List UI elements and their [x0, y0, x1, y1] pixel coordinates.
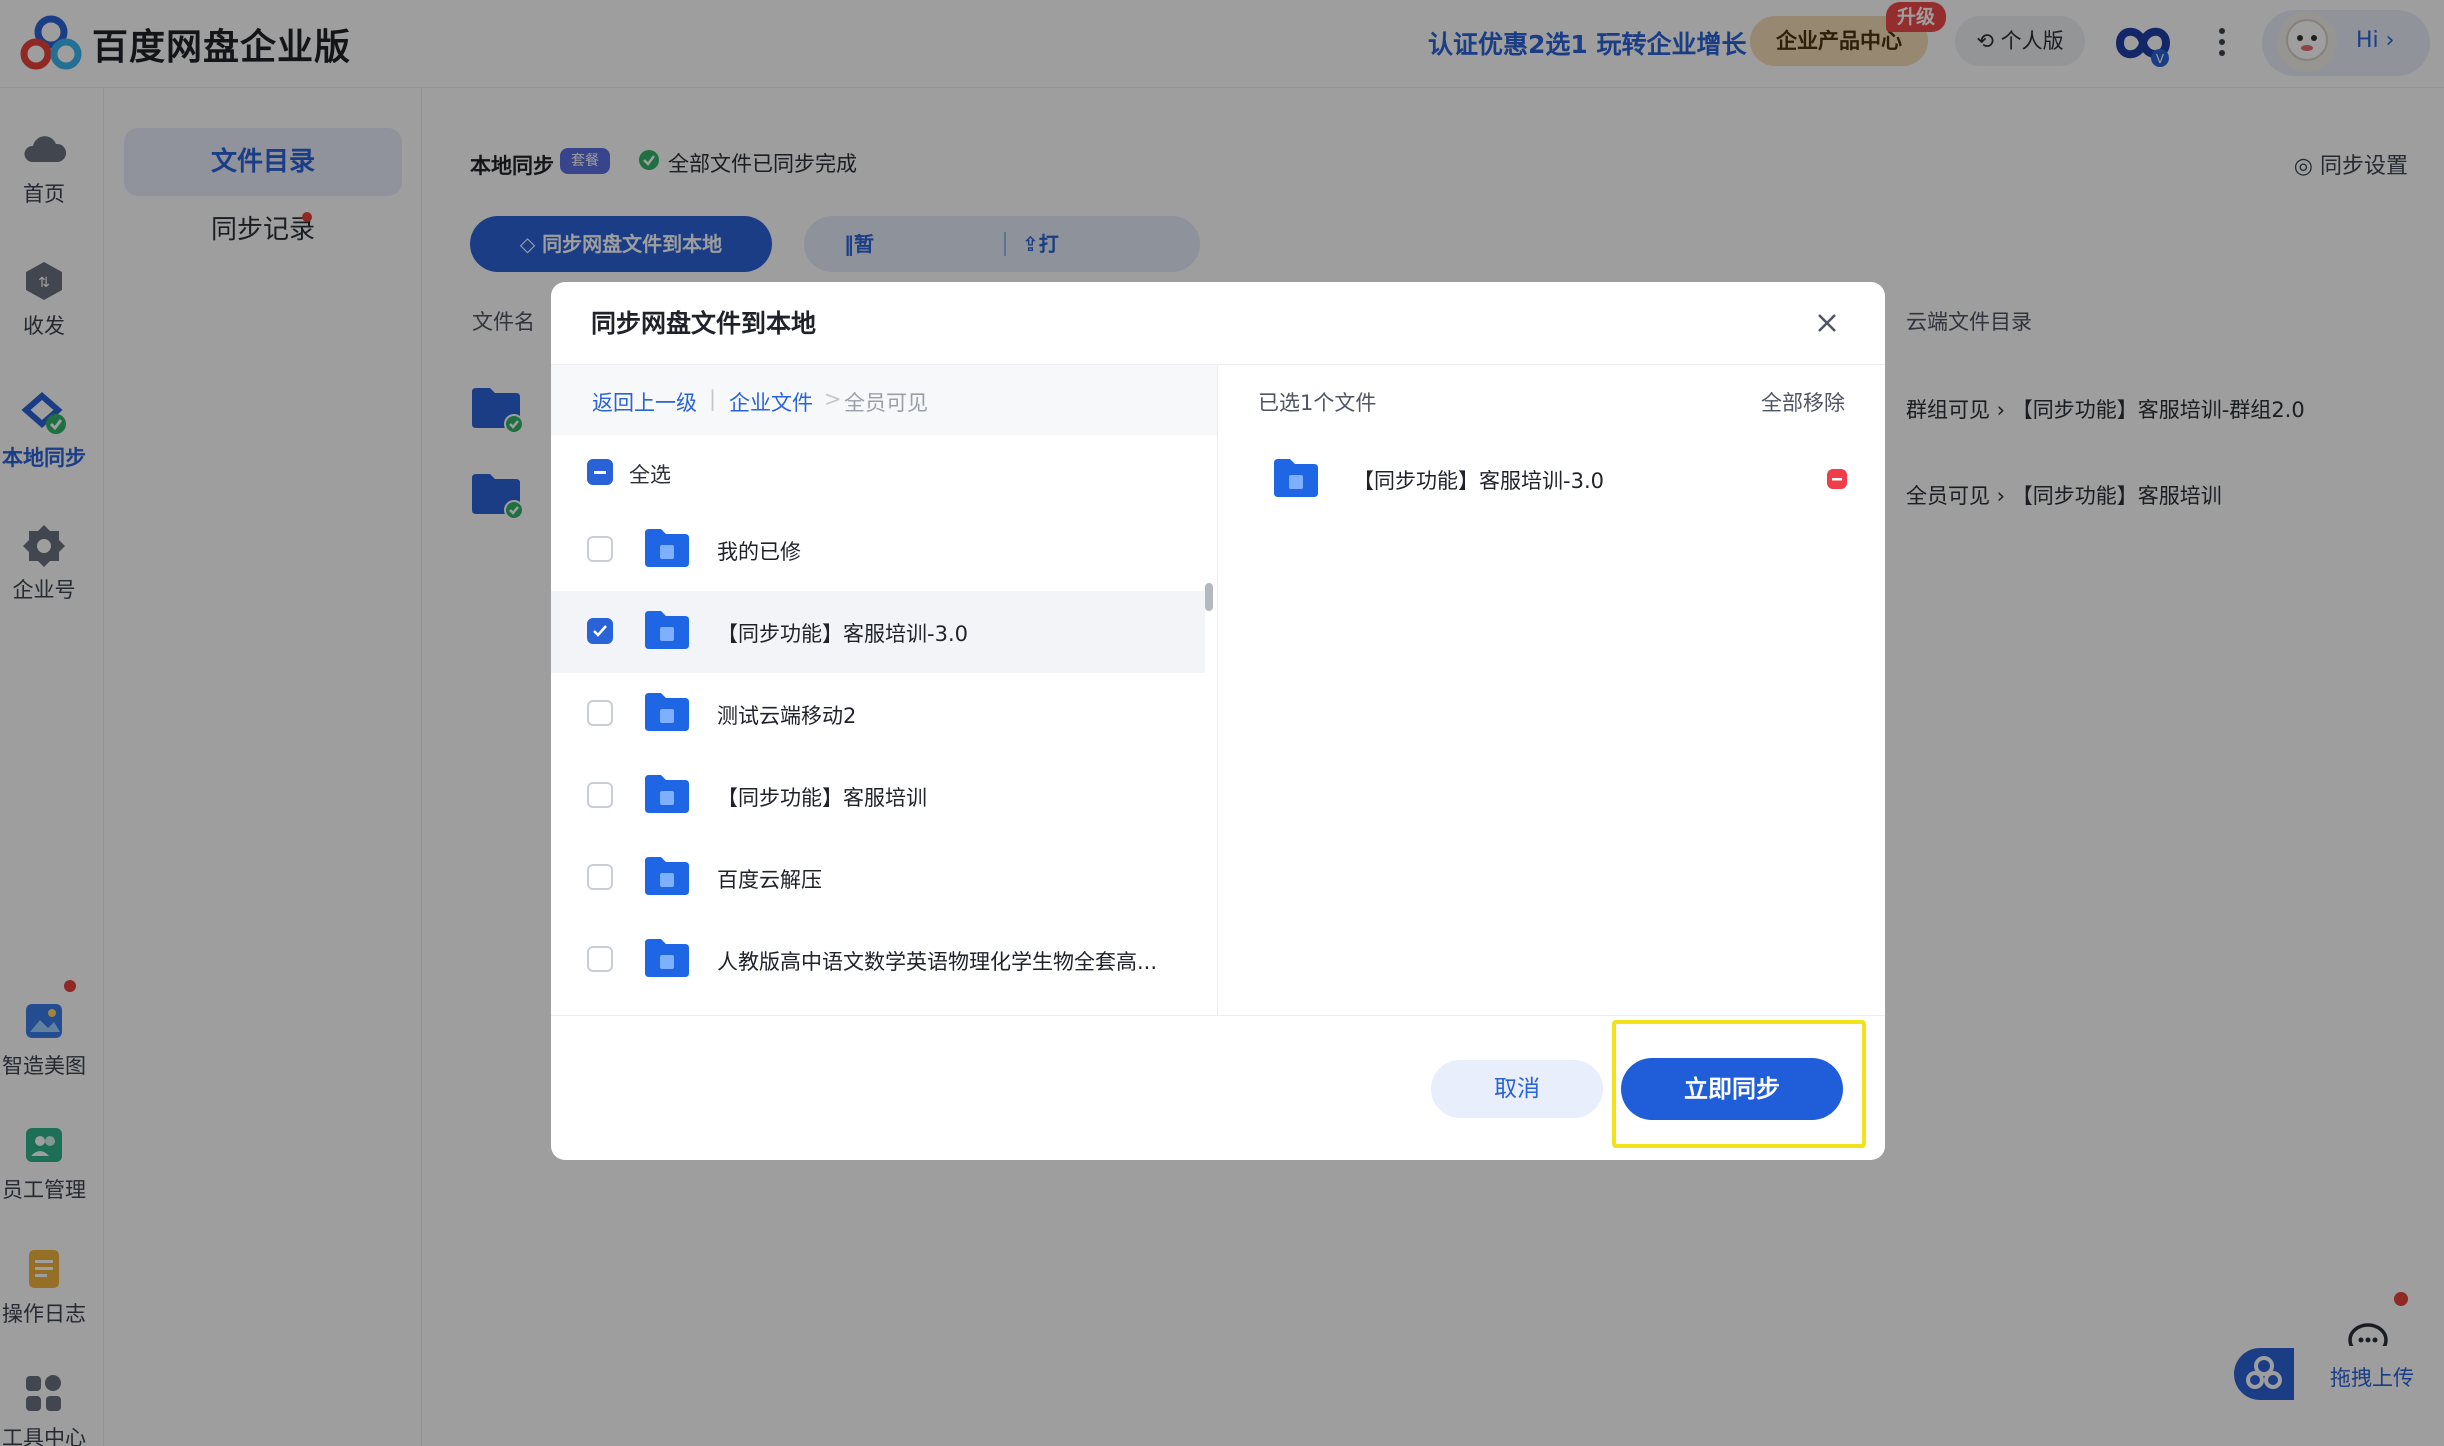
- item-checkbox[interactable]: [587, 536, 613, 562]
- item-checkbox[interactable]: [587, 864, 613, 890]
- list-item[interactable]: 百度云解压: [551, 837, 1205, 919]
- folder-icon: [645, 857, 689, 895]
- folder-icon: [645, 939, 689, 977]
- close-icon[interactable]: [1812, 308, 1842, 338]
- list-item[interactable]: 【同步功能】客服培训-3.0: [551, 591, 1205, 673]
- folder-name: 【同步功能】客服培训-3.0: [717, 622, 968, 646]
- cancel-button[interactable]: 取消: [1431, 1060, 1603, 1118]
- selected-count: 已选1个文件: [1258, 391, 1377, 415]
- back-link[interactable]: 返回上一级: [592, 387, 697, 417]
- folder-icon: [1274, 459, 1318, 497]
- folder-icon: [645, 529, 689, 567]
- selected-panel: 已选1个文件 全部移除 【同步功能】客服培训-3.0: [1218, 365, 1885, 1015]
- item-checkbox[interactable]: [587, 618, 613, 644]
- folder-name: 百度云解压: [717, 868, 822, 892]
- highlight-box: [1612, 1020, 1866, 1148]
- folder-browser: 返回上一级 | 企业文件 > 全员可见 全选 我的已修 【同步功能】客服培训-3…: [551, 365, 1217, 1015]
- select-all-label: 全选: [629, 463, 671, 487]
- list-item[interactable]: 【同步功能】客服培训: [551, 755, 1205, 837]
- selected-item: 【同步功能】客服培训-3.0: [1218, 439, 1885, 521]
- divider: [551, 1015, 1885, 1016]
- list-item[interactable]: 测试云端移动2: [551, 673, 1205, 755]
- folder-name: 我的已修: [717, 540, 801, 564]
- scrollbar[interactable]: [1205, 583, 1213, 611]
- list-item[interactable]: 我的已修: [551, 509, 1205, 591]
- item-checkbox[interactable]: [587, 946, 613, 972]
- item-checkbox[interactable]: [587, 700, 613, 726]
- folder-icon: [645, 611, 689, 649]
- breadcrumb-enterprise-files[interactable]: 企业文件: [729, 387, 813, 417]
- select-all-checkbox[interactable]: [587, 459, 613, 485]
- list-item[interactable]: 人教版高中语文数学英语物理化学生物全套高...: [551, 919, 1205, 1001]
- item-checkbox[interactable]: [587, 782, 613, 808]
- remove-all-button[interactable]: 全部移除: [1761, 387, 1845, 417]
- breadcrumb: 返回上一级 | 企业文件 > 全员可见: [551, 365, 1217, 435]
- folder-name: 【同步功能】客服培训: [717, 786, 927, 810]
- folder-icon: [645, 693, 689, 731]
- breadcrumb-current: 全员可见: [844, 391, 928, 415]
- breadcrumb-arrow: >: [824, 387, 842, 411]
- remove-icon[interactable]: [1825, 467, 1849, 491]
- breadcrumb-separator: |: [709, 387, 717, 411]
- dialog-title: 同步网盘文件到本地: [591, 309, 817, 338]
- folder-name: 人教版高中语文数学英语物理化学生物全套高...: [717, 950, 1158, 974]
- folder-name: 测试云端移动2: [717, 704, 857, 728]
- folder-icon: [645, 775, 689, 813]
- selected-folder-name: 【同步功能】客服培训-3.0: [1353, 469, 1604, 493]
